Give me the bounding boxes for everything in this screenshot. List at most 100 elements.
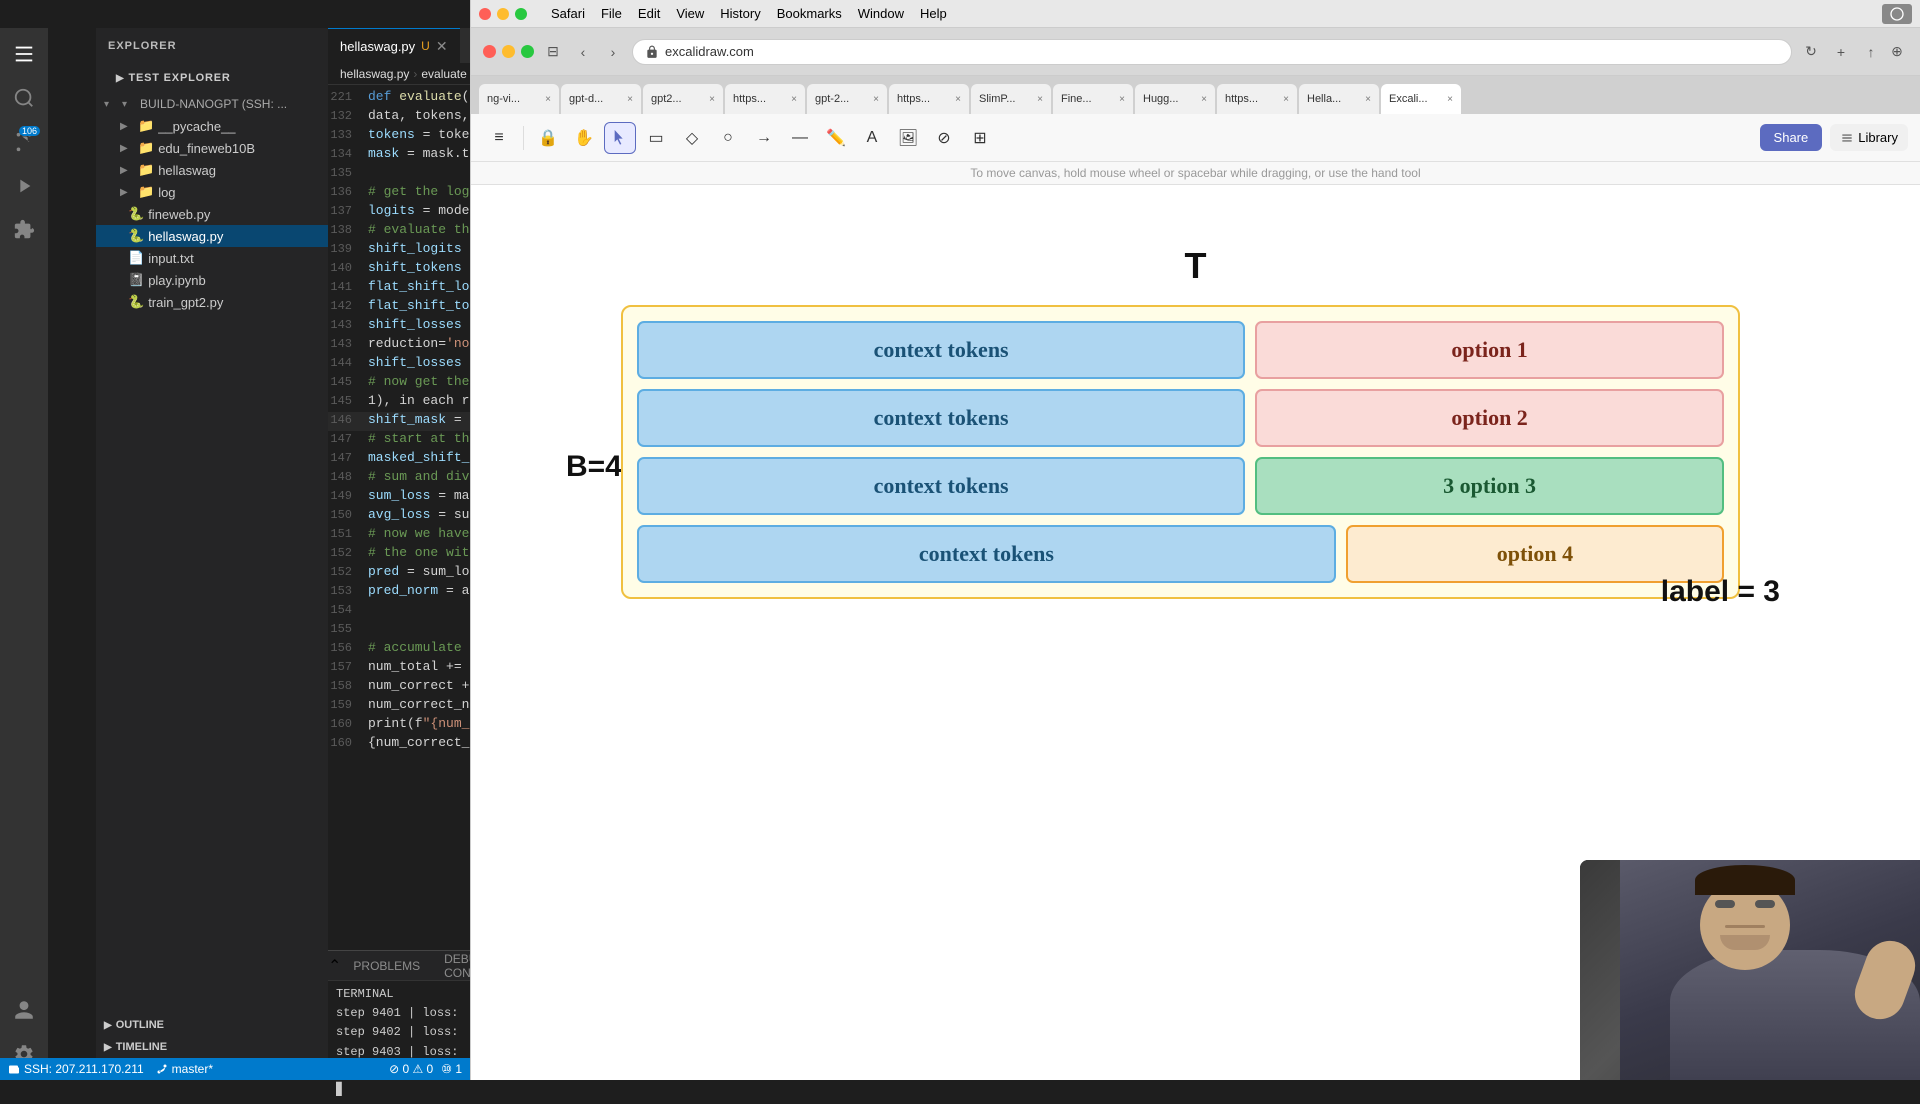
browser-tab-ngvi[interactable]: ng-vi... × (479, 84, 559, 114)
terminal-tabs: ⌃ PROBLEMS DEBUG CONSOLE TERMINAL + ⊞ (328, 951, 470, 981)
browser-forward-btn[interactable]: › (602, 41, 624, 63)
browser-add-tab-btn[interactable]: + (1830, 41, 1852, 63)
problems-tab[interactable]: PROBLEMS (341, 951, 432, 981)
browser-tab-https1[interactable]: https... × (725, 84, 805, 114)
code-line: 156 # accumulate stats (328, 640, 470, 659)
browser-close-btn[interactable] (483, 45, 496, 58)
code-line: 160 {num_correct_norm/num_to... (328, 735, 470, 754)
exc-arrow-btn[interactable]: → (748, 122, 780, 154)
code-line: 147 masked_shift_losses = sh... (328, 450, 470, 469)
code-line: 142 flat_shift_tokens = shif... (328, 298, 470, 317)
exc-select-btn[interactable] (604, 122, 636, 154)
menu-history[interactable]: History (720, 6, 760, 21)
code-line: 159 num_correct_norm += int(... (328, 697, 470, 716)
browser-maximize-btn[interactable] (521, 45, 534, 58)
browser-tab-gpt2[interactable]: gpt2... × (643, 84, 723, 114)
browser-tab-excali[interactable]: Excali... × (1381, 84, 1461, 114)
ctx-token-2: context tokens (637, 389, 1245, 447)
browser-tab-https3[interactable]: https... × (1217, 84, 1297, 114)
exc-menu-btn[interactable]: ≡ (483, 122, 515, 154)
browser-sidebar-toggle[interactable]: ⊟ (542, 41, 564, 63)
browser-tab-slimp[interactable]: SlimP... × (971, 84, 1051, 114)
browser-minimize-btn[interactable] (502, 45, 515, 58)
code-line: 138 # evaluate the autoregreg... (328, 222, 470, 241)
menu-window[interactable]: Window (858, 6, 904, 21)
status-ssh[interactable]: SSH: 207.211.170.211 (8, 1062, 144, 1076)
account-icon[interactable] (6, 992, 42, 1028)
status-port[interactable]: ⑩ 1 (441, 1062, 462, 1076)
code-line: 154 (328, 602, 470, 621)
diagram-title: T (1185, 245, 1207, 287)
exc-separator (523, 126, 524, 150)
menu-help[interactable]: Help (920, 6, 947, 21)
browser-tab-hella[interactable]: Hella... × (1299, 84, 1379, 114)
exc-frames-btn[interactable]: ⊞ (964, 122, 996, 154)
exc-library-btn[interactable]: Library (1830, 124, 1908, 151)
browser-back-btn[interactable]: ‹ (572, 41, 594, 63)
exc-pencil-btn[interactable]: ✏️ (820, 122, 852, 154)
menu-file[interactable]: File (601, 6, 622, 21)
search-icon[interactable] (6, 80, 42, 116)
code-line: 147 # start at the last promp... (328, 431, 470, 450)
browser-tab-https2[interactable]: https... × (889, 84, 969, 114)
code-line: 158 num_correct += int(pred... (328, 678, 470, 697)
exc-rect-btn[interactable]: ▭ (640, 122, 672, 154)
terminal-line: TERMINAL (336, 985, 462, 1004)
system-icon (1882, 4, 1912, 24)
diagram-row-4: context tokens option 4 (637, 525, 1724, 583)
terminal-expand-btn[interactable]: ⌃ (328, 956, 341, 976)
code-line: 221def evaluate(model_type, device, (328, 89, 470, 108)
exc-diamond-btn[interactable]: ◇ (676, 122, 708, 154)
browser-tab-hugg[interactable]: Hugg... × (1135, 84, 1215, 114)
status-branch[interactable]: master* (156, 1062, 213, 1076)
code-line: 134 mask = mask.to(device) (328, 146, 470, 165)
source-control-icon[interactable]: 106 (6, 124, 42, 160)
exc-hand-btn[interactable]: ✋ (568, 122, 600, 154)
terminal-line: step 9402 | loss: 3.227594 | lr 3.5... (336, 1023, 462, 1042)
tab-hellaswag-py[interactable]: hellaswag.py U ✕ (328, 28, 460, 63)
browser-tab-gpt2b[interactable]: gpt-2... × (807, 84, 887, 114)
diagram-row-2: context tokens option 2 (637, 389, 1724, 447)
b-label: B=4 (566, 450, 622, 484)
label-eq: label = 3 (1661, 575, 1780, 609)
diagram-row-1: context tokens option 1 (637, 321, 1724, 379)
status-errors[interactable]: ⊘ 0 ⚠ 0 (389, 1062, 433, 1076)
minimize-window-btn[interactable] (497, 8, 509, 20)
menu-bookmarks[interactable]: Bookmarks (777, 6, 842, 21)
browser-reload-btn[interactable]: ↻ (1800, 41, 1822, 63)
exc-image-btn[interactable]: 🖼 (892, 122, 924, 154)
exc-text-btn[interactable]: A (856, 122, 888, 154)
exc-lock-btn[interactable]: 🔒 (532, 122, 564, 154)
excalidraw-toolbar: ≡ 🔒 ✋ ▭ ◇ ○ → — ✏️ A 🖼 ⊘ ⊞ Share Library (471, 114, 1920, 162)
menu-edit[interactable]: Edit (638, 6, 660, 21)
browser-tab-gptd[interactable]: gpt-d... × (561, 84, 641, 114)
menu-safari[interactable]: Safari (551, 6, 585, 21)
opt-cell-1: option 1 (1255, 321, 1724, 379)
close-window-btn[interactable] (479, 8, 491, 20)
browser-share-btn[interactable]: ↑ (1860, 41, 1882, 63)
tab-close-btn[interactable]: ✕ (436, 38, 448, 55)
code-line: 149 sum_loss = masked_shift_... (328, 488, 470, 507)
extensions-icon[interactable] (6, 212, 42, 248)
code-line: 153 pred_norm = avg_loss.arg... (328, 583, 470, 602)
run-icon[interactable] (6, 168, 42, 204)
explorer-icon[interactable] (6, 36, 42, 72)
address-bar[interactable]: excalidraw.com (632, 39, 1792, 65)
window-controls (479, 8, 527, 20)
code-line: 146 shift_mask = (mask[..., (328, 412, 470, 431)
canvas-area[interactable]: T B=4 context tokens option 1 context to… (471, 185, 1920, 1080)
browser-tab-bar: ng-vi... × gpt-d... × gpt2... × https...… (471, 76, 1920, 114)
exc-share-btn[interactable]: Share (1760, 124, 1823, 151)
excalidraw-hint: To move canvas, hold mouse wheel or spac… (471, 162, 1920, 185)
maximize-window-btn[interactable] (515, 8, 527, 20)
browser-tab-fine[interactable]: Fine... × (1053, 84, 1133, 114)
ctx-token-4: context tokens (637, 525, 1336, 583)
menu-view[interactable]: View (676, 6, 704, 21)
browser-bookmark-btn[interactable]: ⊕ (1886, 41, 1908, 63)
opt-cell-3: 3 option 3 (1255, 457, 1724, 515)
exc-eraser-btn[interactable]: ⊘ (928, 122, 960, 154)
exc-ellipse-btn[interactable]: ○ (712, 122, 744, 154)
exc-line-btn[interactable]: — (784, 122, 816, 154)
terminal-line: step 9401 | loss: 3.190501 | lr 3.5... (336, 1004, 462, 1023)
diagram-grid: context tokens option 1 context tokens o… (621, 305, 1740, 599)
